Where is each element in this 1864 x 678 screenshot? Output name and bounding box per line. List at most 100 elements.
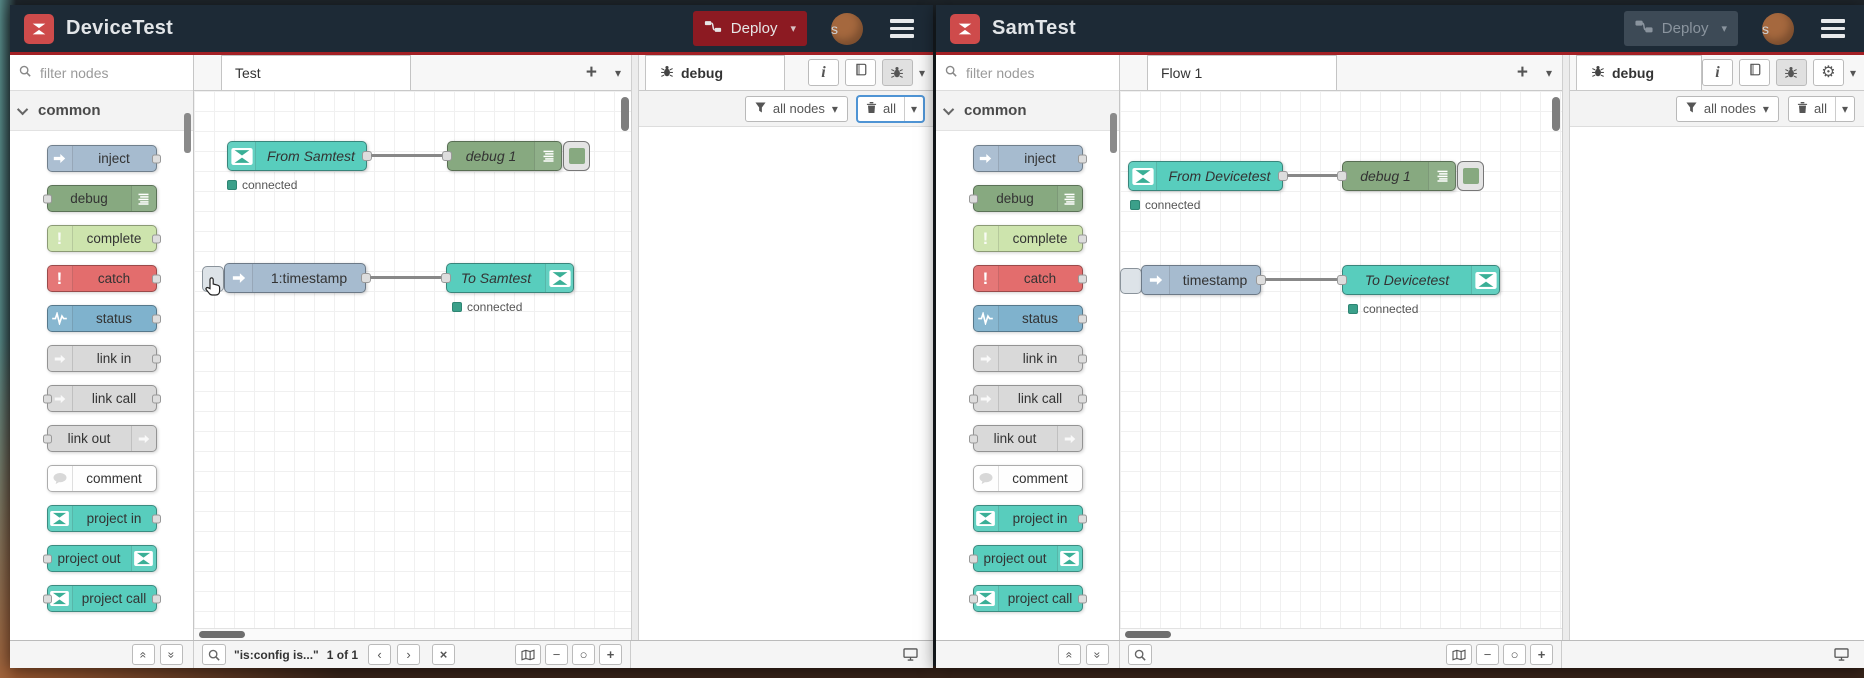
palette-node-debug[interactable]: debug — [968, 185, 1083, 212]
palette-node-project-in[interactable]: project in — [46, 505, 161, 532]
debug-enable-toggle[interactable] — [563, 141, 590, 171]
tab-debug[interactable]: debug — [1576, 55, 1702, 90]
sidebar-options-caret[interactable]: ▾ — [1850, 66, 1856, 80]
user-menu[interactable]: s — [1762, 12, 1794, 45]
help-sidebar-button[interactable] — [844, 59, 876, 86]
palette-node-link-in[interactable]: link in — [46, 345, 161, 372]
inject-button[interactable] — [202, 266, 224, 292]
node-project-in-from-devicetest[interactable]: From Devicetest — [1128, 161, 1288, 191]
palette-node-project-call[interactable]: project call — [968, 585, 1087, 612]
debug-clear-options-caret[interactable]: ▾ — [903, 96, 923, 121]
zoom-in-button[interactable]: + — [1530, 644, 1553, 665]
palette-node-catch[interactable]: ! catch — [46, 265, 161, 292]
zoom-out-button[interactable]: − — [545, 644, 568, 665]
node-inject-timestamp[interactable]: timestamp — [1141, 265, 1266, 295]
search-close-button[interactable]: × — [432, 644, 456, 665]
palette-node-complete[interactable]: ! complete — [46, 225, 161, 252]
zoom-reset-button[interactable]: ○ — [1503, 644, 1526, 665]
flow-canvas[interactable]: From Samtest debug 1 connected 1:timesta… — [194, 91, 631, 628]
input-port[interactable] — [442, 151, 452, 161]
canvas-vertical-scrollbar[interactable] — [621, 97, 629, 131]
info-sidebar-button[interactable]: i — [1701, 59, 1733, 86]
node-debug-1[interactable]: debug 1 — [1337, 161, 1484, 191]
debug-clear-options-caret[interactable]: ▾ — [1834, 96, 1854, 121]
canvas-vertical-scrollbar[interactable] — [1552, 97, 1560, 131]
zoom-reset-button[interactable]: ○ — [572, 644, 595, 665]
palette-scrollbar[interactable] — [184, 113, 191, 153]
info-sidebar-button[interactable]: i — [807, 59, 839, 86]
palette-node-comment[interactable]: comment — [46, 465, 157, 492]
palette-node-link-call[interactable]: link call — [968, 385, 1087, 412]
open-debug-window-button[interactable] — [1829, 644, 1854, 665]
search-prev-button[interactable]: ‹ — [368, 644, 392, 665]
flow-tab[interactable]: Flow 1 — [1147, 55, 1337, 90]
palette-node-link-out[interactable]: link out — [968, 425, 1083, 452]
scrollbar-handle[interactable] — [199, 631, 245, 638]
deploy-options-caret[interactable]: ▾ — [1721, 22, 1727, 35]
navigator-button[interactable] — [515, 644, 541, 665]
add-flow-button[interactable]: + — [1517, 63, 1528, 82]
sidebar-options-caret[interactable]: ▾ — [919, 66, 925, 80]
flow-canvas[interactable]: From Devicetest debug 1 connected timest… — [1120, 91, 1562, 628]
search-flows-button[interactable] — [1128, 644, 1152, 665]
settings-sidebar-button[interactable]: ⚙ — [1812, 59, 1844, 86]
palette-node-inject[interactable]: inject — [46, 145, 161, 172]
node-project-out-to-devicetest[interactable]: To Devicetest — [1337, 265, 1500, 295]
flow-list-caret[interactable]: ▾ — [615, 66, 621, 80]
collapse-categories-button[interactable]: « — [132, 644, 155, 665]
palette-scrollbar[interactable] — [1110, 113, 1117, 153]
tab-debug[interactable]: debug — [645, 55, 785, 90]
scrollbar-handle[interactable] — [1125, 631, 1171, 638]
node-project-in-from-samtest[interactable]: From Samtest — [227, 141, 372, 171]
input-port[interactable] — [1337, 171, 1347, 181]
zoom-in-button[interactable]: + — [599, 644, 622, 665]
canvas-horizontal-scrollbar[interactable] — [194, 628, 631, 640]
palette-category-common[interactable]: common — [10, 91, 193, 131]
palette-node-link-out[interactable]: link out — [42, 425, 157, 452]
flow-list-caret[interactable]: ▾ — [1546, 66, 1552, 80]
add-flow-button[interactable]: + — [586, 63, 597, 82]
input-port[interactable] — [441, 273, 451, 283]
canvas-horizontal-scrollbar[interactable] — [1120, 628, 1562, 640]
open-debug-window-button[interactable] — [898, 644, 923, 665]
input-port[interactable] — [1337, 275, 1347, 285]
palette-node-project-in[interactable]: project in — [972, 505, 1087, 532]
expand-categories-button[interactable]: » — [1086, 644, 1109, 665]
palette-node-project-call[interactable]: project call — [42, 585, 161, 612]
panel-resize-handle[interactable] — [631, 55, 639, 640]
search-next-button[interactable]: › — [397, 644, 421, 665]
navigator-button[interactable] — [1446, 644, 1472, 665]
node-debug-1[interactable]: debug 1 — [442, 141, 590, 171]
debug-clear-button[interactable]: all — [1789, 97, 1835, 121]
user-menu[interactable]: s — [831, 12, 863, 45]
debug-clear-button[interactable]: all — [858, 97, 904, 121]
deploy-button-disabled[interactable]: Deploy ▾ — [1623, 11, 1738, 46]
palette-node-project-out[interactable]: project out — [968, 545, 1083, 572]
debug-sidebar-button[interactable] — [1775, 59, 1807, 86]
palette-node-debug[interactable]: debug — [42, 185, 157, 212]
debug-enable-toggle[interactable] — [1457, 161, 1484, 191]
panel-resize-handle[interactable] — [1562, 55, 1570, 640]
deploy-button[interactable]: Deploy ▾ — [692, 11, 807, 46]
palette-node-link-in[interactable]: link in — [972, 345, 1087, 372]
palette-node-link-call[interactable]: link call — [42, 385, 161, 412]
palette-node-comment[interactable]: comment — [972, 465, 1083, 492]
palette-search[interactable] — [10, 55, 223, 91]
deploy-options-caret[interactable]: ▾ — [790, 22, 796, 35]
palette-node-project-out[interactable]: project out — [42, 545, 157, 572]
flow-tab[interactable]: Test — [221, 55, 411, 90]
palette-category-common[interactable]: common — [936, 91, 1119, 131]
collapse-categories-button[interactable]: « — [1058, 644, 1081, 665]
palette-node-status[interactable]: status — [46, 305, 161, 332]
debug-sidebar-button[interactable] — [881, 59, 913, 86]
main-menu-button[interactable] — [887, 16, 917, 41]
palette-node-complete[interactable]: ! complete — [972, 225, 1087, 252]
main-menu-button[interactable] — [1818, 16, 1848, 41]
palette-node-inject[interactable]: inject — [972, 145, 1087, 172]
palette-search[interactable] — [936, 55, 1149, 91]
zoom-out-button[interactable]: − — [1476, 644, 1499, 665]
debug-filter-button[interactable]: all nodes ▾ — [1675, 95, 1779, 122]
inject-button[interactable] — [1120, 268, 1142, 294]
help-sidebar-button[interactable] — [1738, 59, 1770, 86]
palette-node-status[interactable]: status — [972, 305, 1087, 332]
